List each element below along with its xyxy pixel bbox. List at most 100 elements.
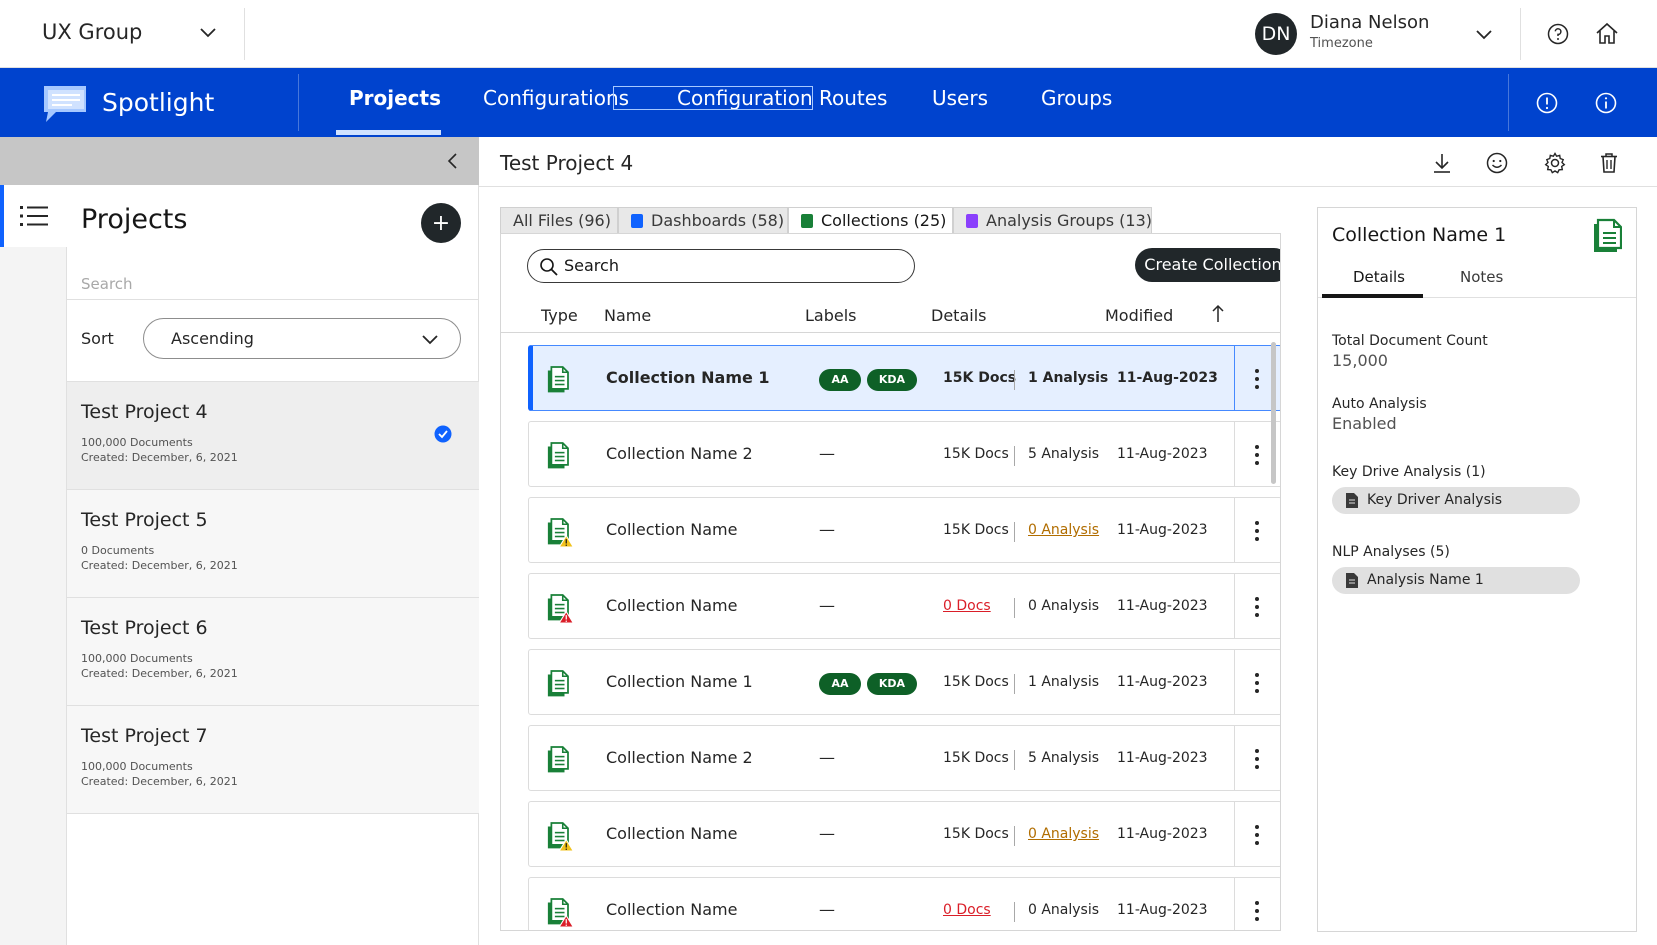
project-search-input[interactable]: Search bbox=[81, 275, 133, 293]
divider bbox=[1014, 446, 1015, 466]
settings-gear-icon[interactable] bbox=[1543, 151, 1567, 175]
chevron-left-icon[interactable] bbox=[443, 151, 463, 171]
home-icon[interactable] bbox=[1594, 21, 1620, 47]
collection-row[interactable]: Collection Name — 15K Docs 0 Analysis 11-Aug… bbox=[528, 801, 1280, 867]
divider bbox=[1014, 674, 1015, 694]
dashboard-icon bbox=[631, 214, 643, 228]
collection-row[interactable]: Collection Name 1 AA KDA 15K Docs 1 Analysis… bbox=[528, 345, 1280, 411]
collection-row[interactable]: Collection Name — 0 Docs 0 Analysis 11-Aug-2… bbox=[528, 877, 1280, 930]
overflow-menu-icon[interactable] bbox=[1247, 594, 1267, 620]
column-header-labels[interactable]: Labels bbox=[805, 306, 857, 325]
download-icon[interactable] bbox=[1430, 151, 1454, 175]
tab-details[interactable]: Details bbox=[1353, 268, 1405, 286]
project-item[interactable]: Test Project 6 100,000 Documents Created… bbox=[67, 598, 479, 706]
docs-link[interactable]: 0 Docs bbox=[943, 598, 991, 614]
collection-row[interactable]: Collection Name 1 AA KDA 15K Docs 1 Analysis… bbox=[528, 649, 1280, 715]
project-item[interactable]: Test Project 4 100,000 Documents Created… bbox=[67, 382, 479, 490]
nav-item-configurations[interactable]: Configurations bbox=[483, 86, 629, 110]
project-doc-count: 100,000 Documents bbox=[81, 652, 193, 665]
org-switcher-label[interactable]: UX Group bbox=[42, 20, 142, 44]
analysis-count: 0 Analysis bbox=[1028, 598, 1100, 614]
help-icon[interactable] bbox=[1546, 22, 1570, 46]
document-warning-icon bbox=[547, 822, 575, 852]
collection-row[interactable]: Collection Name — 15K Docs 0 Analysis 11-Aug… bbox=[528, 497, 1280, 563]
nlp-chip-label: Analysis Name 1 bbox=[1367, 572, 1484, 588]
chevron-down-icon[interactable] bbox=[1474, 24, 1494, 44]
collection-name[interactable]: Collection Name 2 bbox=[606, 444, 753, 463]
docs-count: 15K Docs bbox=[943, 674, 1009, 690]
document-error-icon bbox=[547, 898, 575, 928]
trash-icon[interactable] bbox=[1597, 151, 1621, 175]
nav-item-users[interactable]: Users bbox=[932, 86, 988, 110]
overflow-menu-icon[interactable] bbox=[1247, 442, 1267, 468]
checkmark-filled-icon bbox=[434, 425, 452, 443]
collection-row[interactable]: Collection Name — 0 Docs 0 Analysis 11-Aug-2… bbox=[528, 573, 1280, 639]
face-smile-icon[interactable] bbox=[1485, 151, 1509, 175]
collection-name[interactable]: Collection Name bbox=[606, 900, 737, 919]
project-name: Test Project 6 bbox=[81, 617, 208, 639]
collection-name[interactable]: Collection Name 1 bbox=[606, 368, 770, 387]
collection-name[interactable]: Collection Name bbox=[606, 520, 737, 539]
divider bbox=[1014, 370, 1015, 390]
column-header-name[interactable]: Name bbox=[604, 306, 651, 325]
nav-item-groups[interactable]: Groups bbox=[1041, 86, 1112, 110]
info-icon[interactable] bbox=[1594, 91, 1618, 115]
project-created-date: Created: December, 6, 2021 bbox=[81, 559, 238, 572]
collection-row[interactable]: Collection Name 2 — 15K Docs 5 Analysis 11-A… bbox=[528, 421, 1280, 487]
collection-name[interactable]: Collection Name 2 bbox=[606, 748, 753, 767]
document-error-icon bbox=[547, 594, 575, 624]
overflow-menu-icon[interactable] bbox=[1247, 670, 1267, 696]
project-item[interactable]: Test Project 5 0 Documents Created: Dece… bbox=[67, 490, 479, 598]
overflow-menu-icon[interactable] bbox=[1247, 898, 1267, 924]
modified-date: 11-Aug-2023 bbox=[1117, 370, 1218, 386]
nlp-chip[interactable]: Analysis Name 1 bbox=[1332, 567, 1580, 594]
alert-info-icon[interactable] bbox=[1535, 91, 1559, 115]
divider bbox=[244, 8, 245, 60]
rail-item-projects-list[interactable] bbox=[0, 185, 67, 247]
labels-empty: — bbox=[819, 900, 835, 919]
collection-name[interactable]: Collection Name 1 bbox=[606, 672, 753, 691]
overflow-menu-icon[interactable] bbox=[1247, 518, 1267, 544]
tab-collections[interactable]: Collections (25) bbox=[788, 207, 953, 233]
tab-dashboards[interactable]: Dashboards (58) bbox=[618, 207, 788, 233]
folder-icon bbox=[966, 214, 978, 228]
chevron-down-icon[interactable] bbox=[198, 22, 218, 42]
analysis-link[interactable]: 0 Analysis bbox=[1028, 826, 1099, 842]
kda-chip[interactable]: Key Driver Analysis bbox=[1332, 487, 1580, 514]
collection-row[interactable]: Collection Name 2 — 15K Docs 5 Analysis 11-A… bbox=[528, 725, 1280, 791]
avatar[interactable]: DN bbox=[1255, 13, 1297, 55]
projects-panel: Projects + Search Sort Ascending Test Pr… bbox=[67, 137, 479, 945]
sort-dropdown[interactable]: Ascending bbox=[143, 318, 461, 359]
labels-empty: — bbox=[819, 824, 835, 843]
nav-item-projects[interactable]: Projects bbox=[349, 86, 441, 110]
analysis-link[interactable]: 0 Analysis bbox=[1028, 522, 1099, 538]
tab-all-files[interactable]: All Files (96) bbox=[500, 207, 618, 233]
column-header-modified[interactable]: Modified bbox=[1105, 306, 1173, 325]
scrollbar[interactable] bbox=[1271, 342, 1276, 484]
collection-search-input[interactable]: Search bbox=[527, 249, 915, 283]
tab-analysis-groups[interactable]: Analysis Groups (13) bbox=[953, 207, 1152, 233]
project-item[interactable]: Test Project 7 100,000 Documents Created… bbox=[67, 706, 479, 814]
kda-label: Key Drive Analysis (1) bbox=[1332, 464, 1486, 480]
column-header-details[interactable]: Details bbox=[931, 306, 986, 325]
document-icon bbox=[547, 746, 569, 773]
label-badge: AA bbox=[819, 369, 861, 391]
divider bbox=[1234, 802, 1235, 866]
spotlight-logo-icon bbox=[44, 86, 86, 122]
modified-date: 11-Aug-2023 bbox=[1117, 674, 1208, 690]
collection-name[interactable]: Collection Name bbox=[606, 824, 737, 843]
collection-name[interactable]: Collection Name bbox=[606, 596, 737, 615]
create-collection-button[interactable]: Create Collection bbox=[1135, 248, 1280, 282]
analysis-count: 0 Analysis bbox=[1028, 902, 1100, 918]
divider bbox=[1014, 750, 1015, 770]
overflow-menu-icon[interactable] bbox=[1247, 366, 1267, 392]
overflow-menu-icon[interactable] bbox=[1247, 822, 1267, 848]
modified-date: 11-Aug-2023 bbox=[1117, 522, 1208, 538]
column-header-type[interactable]: Type bbox=[541, 306, 578, 325]
docs-link[interactable]: 0 Docs bbox=[943, 902, 991, 918]
arrow-up-icon[interactable] bbox=[1211, 303, 1225, 323]
overflow-menu-icon[interactable] bbox=[1247, 746, 1267, 772]
add-project-button[interactable]: + bbox=[421, 203, 461, 243]
project-doc-count: 100,000 Documents bbox=[81, 436, 193, 449]
tab-notes[interactable]: Notes bbox=[1460, 268, 1503, 286]
